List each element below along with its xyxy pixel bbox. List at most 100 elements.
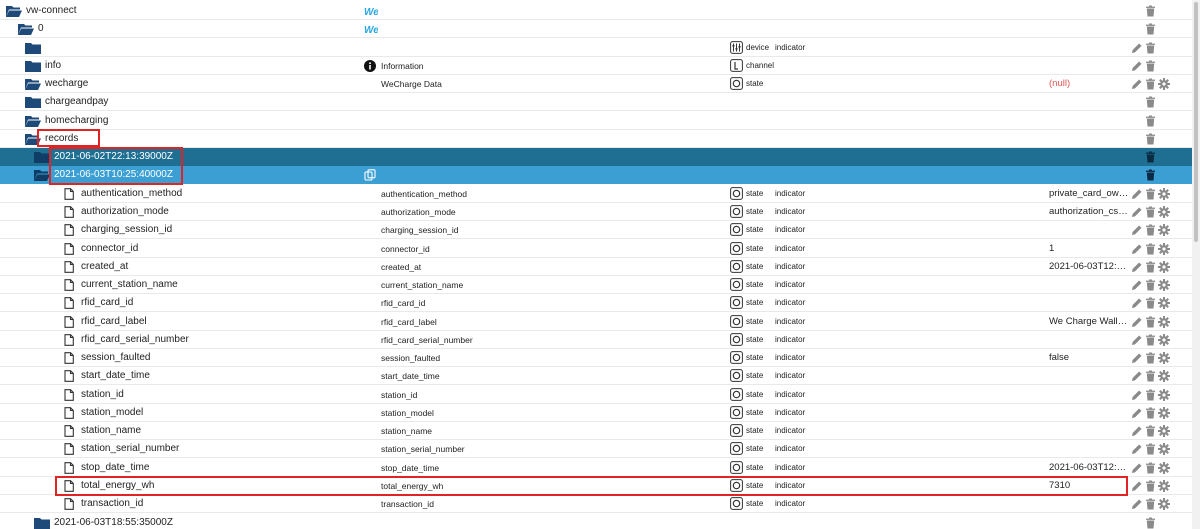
object-id[interactable]: rfid_card_label [81,315,147,329]
delete-button[interactable] [1145,133,1156,145]
file-icon[interactable] [63,261,79,273]
object-id[interactable]: station_name [81,424,141,438]
tree-row[interactable]: transaction_id transaction_id state indicat… [0,495,1192,513]
edit-button[interactable] [1131,407,1142,419]
object-id[interactable]: station_id [81,388,124,402]
tree-row[interactable]: records [0,130,1192,148]
file-icon[interactable] [63,462,79,474]
object-id[interactable]: stop_date_time [81,461,149,475]
edit-button[interactable] [1131,498,1142,510]
file-icon[interactable] [63,498,79,510]
settings-button[interactable] [1158,188,1170,200]
tree-row[interactable]: current_station_name current_station_name… [0,276,1192,294]
settings-button[interactable] [1158,224,1170,236]
tree-row[interactable]: info Information channel [0,57,1192,75]
tree-row[interactable]: station_name station_name state indicator [0,422,1192,440]
folder-icon[interactable] [25,96,41,108]
object-id[interactable]: start_date_time [81,369,150,383]
object-id[interactable]: homecharging [45,114,108,128]
scrollbar-thumb[interactable] [1194,2,1198,242]
tree-row[interactable]: authentication_method authentication_meth… [0,185,1192,203]
delete-button[interactable] [1145,297,1156,309]
settings-button[interactable] [1158,425,1170,437]
settings-button[interactable] [1158,316,1170,328]
tree-row[interactable]: total_energy_wh total_energy_wh state indic… [0,477,1192,495]
delete-button[interactable] [1145,517,1156,529]
tree-row[interactable]: device indicator [0,39,1192,57]
object-id[interactable]: total_energy_wh [81,479,154,493]
object-id[interactable]: 2021-06-03T18:55:35000Z [54,516,173,529]
tree-row[interactable]: stop_date_time stop_date_time state indicat… [0,459,1192,477]
edit-button[interactable] [1131,425,1142,437]
file-icon[interactable] [63,224,79,236]
folder-icon[interactable] [25,42,41,54]
object-id[interactable]: info [45,59,61,73]
copy-icon[interactable] [364,169,376,181]
tree-row[interactable]: start_date_time start_date_time state indic… [0,367,1192,385]
file-icon[interactable] [63,443,79,455]
settings-button[interactable] [1158,78,1170,90]
delete-button[interactable] [1145,42,1156,54]
edit-button[interactable] [1131,243,1142,255]
delete-button[interactable] [1145,5,1156,17]
settings-button[interactable] [1158,480,1170,492]
folder-icon[interactable] [34,151,50,163]
delete-button[interactable] [1145,23,1156,35]
edit-button[interactable] [1131,261,1142,273]
delete-button[interactable] [1145,389,1156,401]
settings-button[interactable] [1158,297,1170,309]
file-icon[interactable] [63,352,79,364]
file-icon[interactable] [63,297,79,309]
object-id[interactable]: rfid_card_id [81,296,133,310]
tree-row[interactable]: connector_id connector_id state indicator 1 [0,240,1192,258]
edit-button[interactable] [1131,334,1142,346]
file-icon[interactable] [63,188,79,200]
object-id[interactable]: records [45,132,78,146]
tree-row[interactable]: 0WeWe [0,20,1192,38]
tree-row[interactable]: station_model station_model state indicator [0,404,1192,422]
object-id[interactable]: 0 [38,22,44,36]
edit-button[interactable] [1131,389,1142,401]
file-icon[interactable] [63,480,79,492]
edit-button[interactable] [1131,206,1142,218]
settings-button[interactable] [1158,334,1170,346]
object-value[interactable]: authorization_csms [1049,205,1129,219]
delete-button[interactable] [1145,352,1156,364]
file-icon[interactable] [63,425,79,437]
tree-row[interactable]: station_serial_number station_serial_numb… [0,440,1192,458]
tree-row[interactable]: 2021-06-03T10:25:40000Z [0,166,1192,184]
object-value[interactable]: We Charge Wallb… [1049,315,1129,329]
object-value[interactable]: false [1049,351,1129,365]
object-value[interactable]: 2021-06-03T12:21… [1049,260,1129,274]
edit-button[interactable] [1131,188,1142,200]
edit-button[interactable] [1131,297,1142,309]
file-icon[interactable] [63,407,79,419]
folder-open-icon[interactable] [6,5,22,17]
edit-button[interactable] [1131,60,1142,72]
object-id[interactable]: station_model [81,406,143,420]
delete-button[interactable] [1145,188,1156,200]
delete-button[interactable] [1145,334,1156,346]
object-id[interactable]: created_at [81,260,128,274]
object-id[interactable]: vw-connect [26,4,77,18]
settings-button[interactable] [1158,498,1170,510]
tree-row[interactable]: charging_session_id charging_session_id st… [0,221,1192,239]
edit-button[interactable] [1131,316,1142,328]
tree-row[interactable]: station_id station_id state indicator [0,386,1192,404]
tree-row[interactable]: 2021-06-02T22:13:39000Z [0,148,1192,166]
object-id[interactable]: connector_id [81,242,138,256]
tree-row[interactable]: rfid_card_label rfid_card_label state indic… [0,313,1192,331]
folder-open-icon[interactable] [25,78,41,90]
object-value[interactable]: (null) [1049,77,1129,91]
file-icon[interactable] [63,389,79,401]
object-value[interactable]: 2021-06-03T12:21… [1049,461,1129,475]
edit-button[interactable] [1131,279,1142,291]
settings-button[interactable] [1158,352,1170,364]
edit-button[interactable] [1131,224,1142,236]
tree-row[interactable]: wecharge WeCharge Data state (null) [0,75,1192,93]
settings-button[interactable] [1158,389,1170,401]
tree-row[interactable]: authorization_mode authorization_mode stat… [0,203,1192,221]
object-id[interactable]: 2021-06-03T10:25:40000Z [54,168,173,182]
tree-row[interactable]: chargeandpay [0,93,1192,111]
object-id[interactable]: current_station_name [81,278,178,292]
